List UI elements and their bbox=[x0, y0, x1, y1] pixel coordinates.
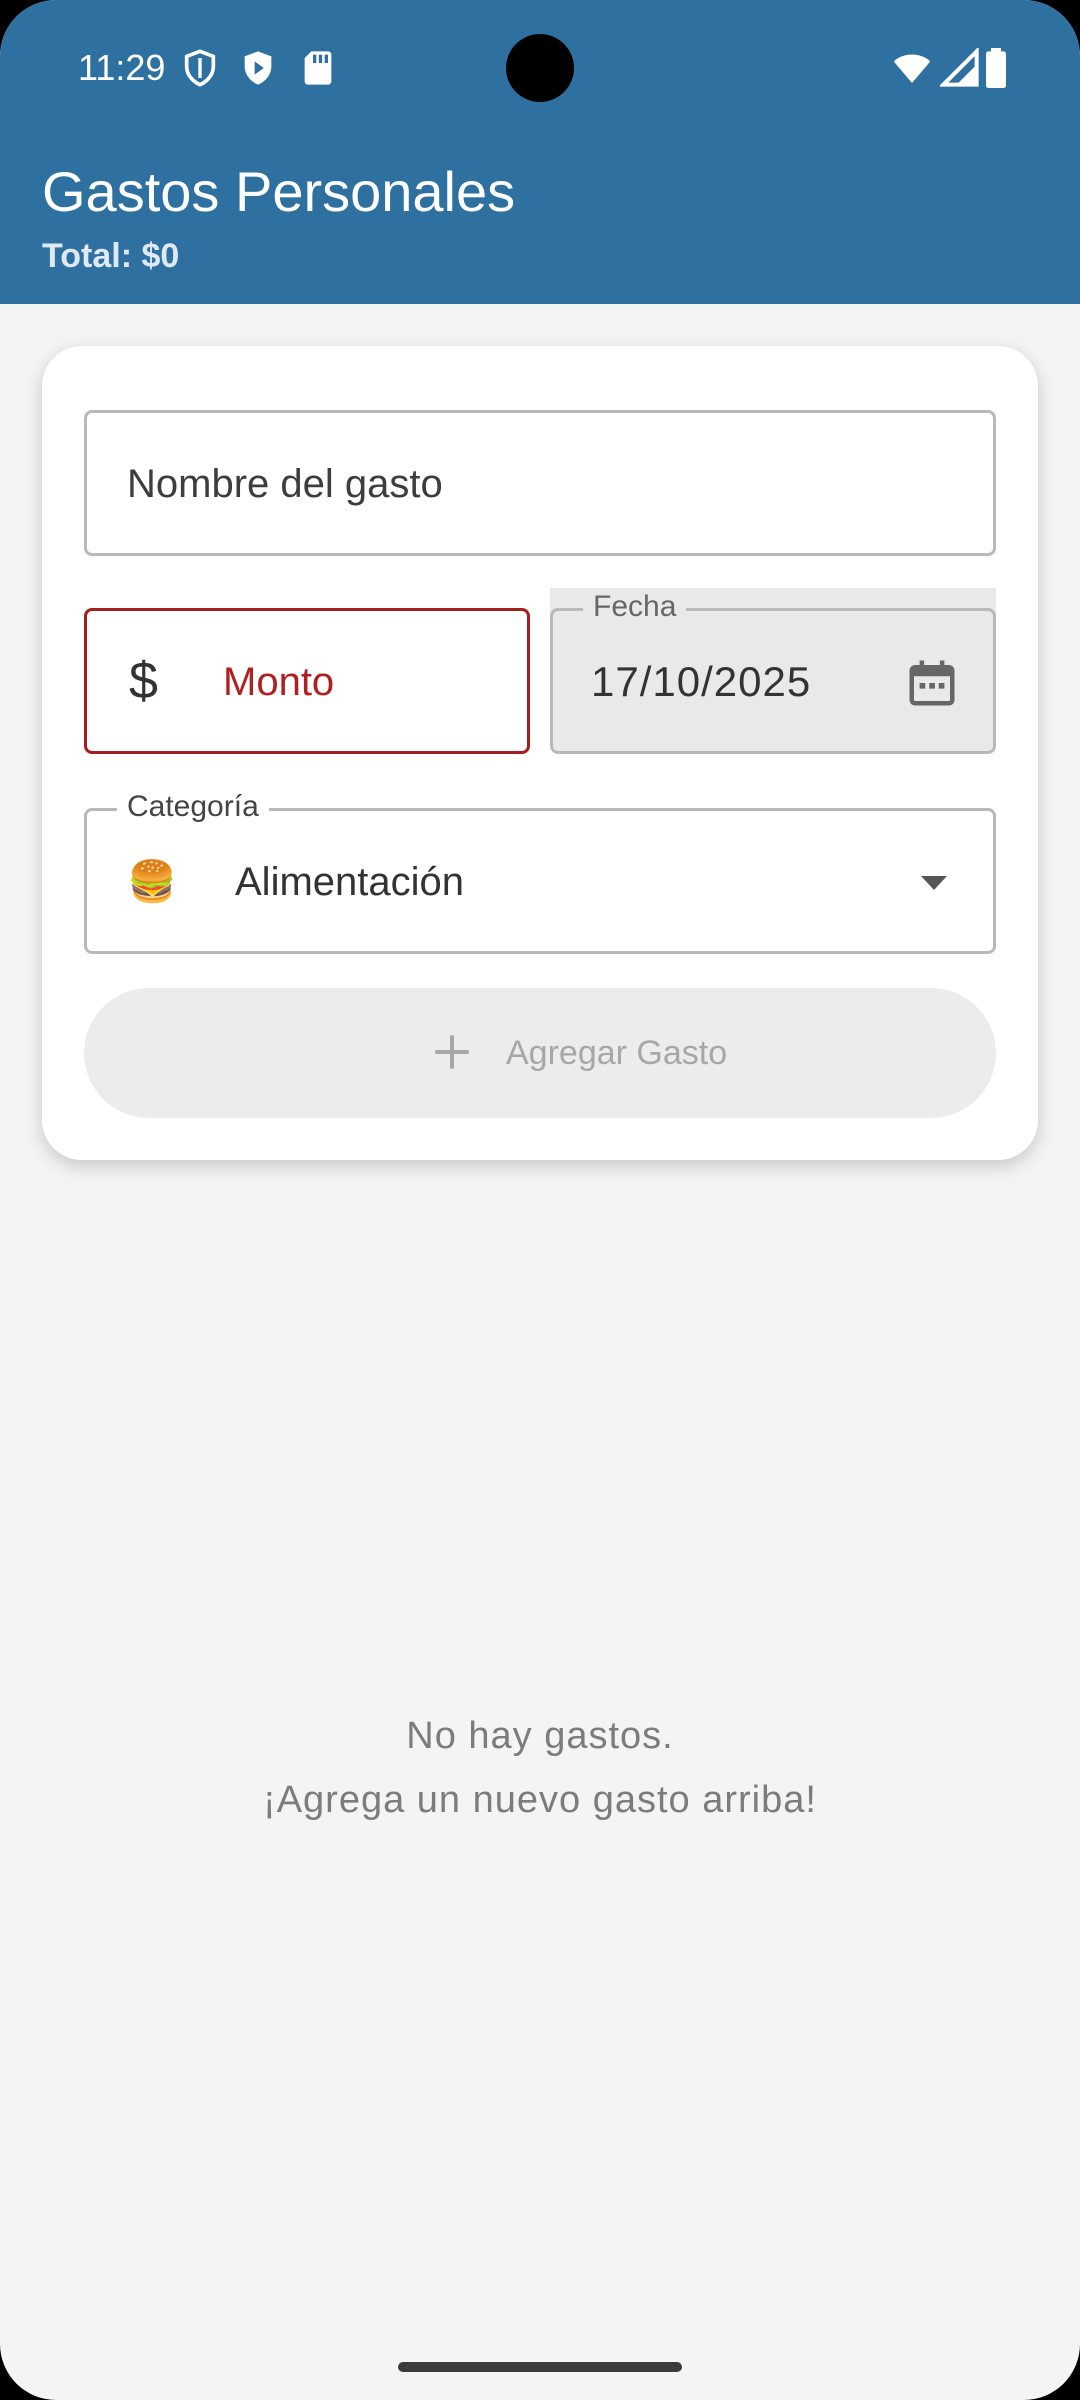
home-indicator[interactable] bbox=[398, 2362, 682, 2372]
total-summary: Total: $0 bbox=[42, 237, 180, 275]
wifi-icon bbox=[893, 54, 931, 83]
amount-field[interactable]: $ Monto bbox=[84, 608, 530, 754]
empty-state-hint: ¡Agrega un nuevo gasto arriba! bbox=[263, 1779, 817, 1821]
dropdown-arrow-icon[interactable] bbox=[919, 873, 949, 893]
currency-prefix: $ bbox=[129, 652, 158, 710]
empty-state-message: No hay gastos. bbox=[406, 1715, 674, 1757]
app-header: 11:29 Gastos Personales Total: $0 bbox=[0, 0, 1080, 304]
expense-form-card: Nombre del gasto $ Monto Fecha 17/10/202… bbox=[42, 346, 1038, 1160]
date-field[interactable]: Fecha 17/10/2025 bbox=[550, 589, 996, 754]
category-value: Alimentación bbox=[235, 860, 465, 904]
calendar-icon[interactable] bbox=[905, 655, 959, 711]
expense-name-placeholder: Nombre del gasto bbox=[127, 462, 443, 506]
category-select[interactable]: Categoría 🍔 Alimentación bbox=[84, 789, 996, 954]
status-time: 11:29 bbox=[78, 47, 166, 88]
signal-icon bbox=[940, 48, 979, 87]
date-value: 17/10/2025 bbox=[591, 658, 812, 705]
battery-icon bbox=[986, 48, 1006, 88]
plus-icon bbox=[435, 1035, 469, 1069]
burger-icon: 🍔 bbox=[127, 859, 177, 905]
page-title: Gastos Personales bbox=[42, 160, 516, 223]
amount-placeholder: Monto bbox=[223, 660, 335, 704]
category-label: Categoría bbox=[117, 789, 269, 825]
play-protect-icon bbox=[244, 51, 272, 85]
add-expense-button[interactable]: Agregar Gasto bbox=[84, 988, 996, 1118]
status-bar: 11:29 bbox=[0, 0, 1080, 136]
app-screen: 11:29 Gastos Personales Total: $0 Nombre… bbox=[0, 0, 1080, 2400]
date-label: Fecha bbox=[583, 589, 687, 625]
shield-icon bbox=[184, 49, 216, 87]
add-expense-label: Agregar Gasto bbox=[506, 1034, 728, 1072]
camera-cutout bbox=[506, 34, 574, 102]
expense-name-field[interactable]: Nombre del gasto bbox=[84, 410, 996, 556]
sd-card-icon bbox=[304, 51, 332, 85]
